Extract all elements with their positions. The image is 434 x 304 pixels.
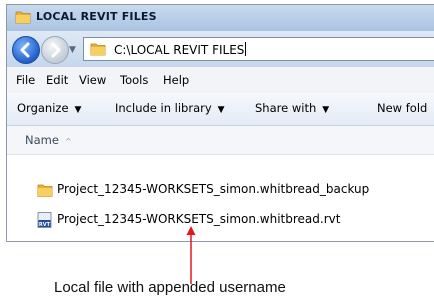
menu-edit[interactable]: Edit [46, 73, 68, 87]
explorer-window: LOCAL REVIT FILES ▼ C:\LOCAL REVIT FILES… [6, 4, 434, 242]
forward-button[interactable] [41, 36, 69, 64]
column-header-name[interactable]: Name ^ [25, 133, 72, 147]
file-name: Project_12345-WORKSETS_simon.whitbread_b… [57, 182, 370, 196]
column-header-row: Name ^ [7, 126, 434, 155]
new-folder-button[interactable]: New fold [377, 101, 427, 115]
menu-bar: File Edit View Tools Help [7, 67, 434, 94]
sort-ascending-icon: ^ [64, 137, 72, 146]
annotation-caption: Local file with appended username [54, 279, 286, 296]
organize-button[interactable]: Organize ▼ [17, 101, 81, 115]
folder-icon [37, 184, 53, 197]
menu-tools[interactable]: Tools [120, 73, 148, 87]
annotation-arrow [186, 226, 196, 284]
menu-help[interactable]: Help [163, 73, 189, 87]
menu-view[interactable]: View [79, 73, 106, 87]
chevron-down-icon: ▼ [74, 105, 82, 115]
include-in-library-button[interactable]: Include in library ▼ [115, 101, 225, 115]
text-caret [245, 42, 247, 56]
forward-arrow-icon [51, 42, 61, 58]
title-bar: LOCAL REVIT FILES [7, 5, 434, 31]
address-field[interactable]: C:\LOCAL REVIT FILES [83, 37, 434, 61]
chevron-down-icon: ▼ [322, 105, 330, 115]
share-with-button[interactable]: Share with ▼ [255, 101, 329, 115]
menu-file[interactable]: File [16, 73, 35, 87]
recent-pages-dropdown[interactable]: ▼ [69, 45, 76, 55]
window-title: LOCAL REVIT FILES [36, 10, 157, 23]
file-list: Project_12345-WORKSETS_simon.whitbread_b… [7, 155, 434, 241]
revit-file-icon-label: RVT [39, 222, 51, 228]
folder-icon [90, 43, 106, 56]
command-bar: Organize ▼ Include in library ▼ Share with… [7, 93, 434, 126]
address-bar: ▼ C:\LOCAL REVIT FILES [7, 31, 434, 67]
chevron-down-icon: ▼ [217, 105, 225, 115]
back-arrow-icon [20, 42, 30, 58]
revit-file-icon: RVT [37, 212, 52, 228]
folder-icon [15, 11, 31, 24]
back-button[interactable] [12, 36, 40, 64]
address-path: C:\LOCAL REVIT FILES [114, 42, 247, 57]
file-name: Project_12345-WORKSETS_simon.whitbread.r… [57, 212, 341, 226]
